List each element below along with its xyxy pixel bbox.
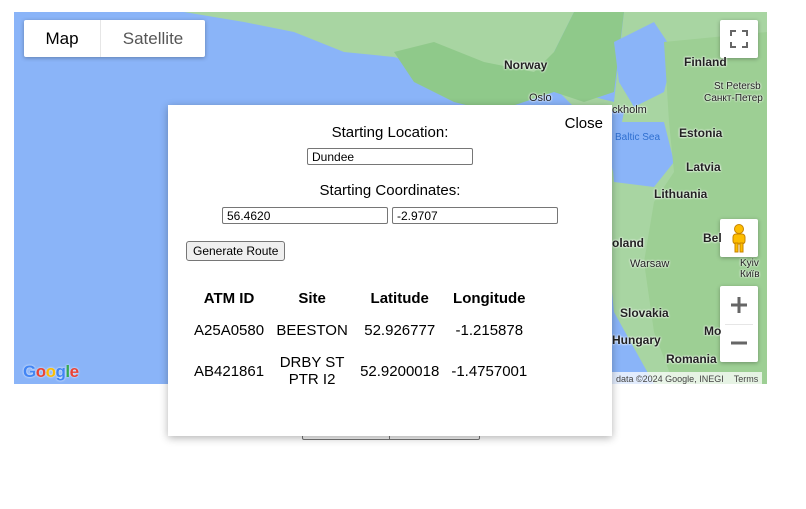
map-label-finland: Finland xyxy=(684,55,727,69)
table-row: A25A0580 BEESTON 52.926777 -1.215878 xyxy=(190,313,531,347)
map-type-map-button[interactable]: Map xyxy=(24,20,101,57)
atm-table: ATM ID Site Latitude Longitude A25A0580 … xyxy=(186,283,535,395)
map-label-poland: oland xyxy=(612,236,644,250)
starting-location-input[interactable] xyxy=(307,148,473,165)
map-label-warsaw: Warsaw xyxy=(630,258,670,270)
cell-longitude: -1.215878 xyxy=(455,321,524,339)
plus-icon xyxy=(731,297,747,313)
map-type-satellite-button[interactable]: Satellite xyxy=(101,20,205,57)
map-label-st-petersburg: St Petersb xyxy=(714,81,761,92)
google-logo[interactable]: Google xyxy=(23,362,79,382)
map-label-stockholm: ckholm xyxy=(612,104,647,116)
map-label-romania: Romania xyxy=(666,352,717,366)
cell-atm-id: AB421861 xyxy=(194,362,265,380)
map-label-estonia: Estonia xyxy=(679,126,723,140)
fullscreen-icon xyxy=(730,30,748,48)
map-label-latvia: Latvia xyxy=(686,160,721,174)
fullscreen-button[interactable] xyxy=(720,20,758,58)
map-label-hungary: Hungary xyxy=(612,333,661,347)
starting-location-label: Starting Location: xyxy=(331,124,449,141)
map-type-control: Map Satellite xyxy=(24,20,205,57)
cell-longitude: -1.4757001 xyxy=(451,362,528,380)
zoom-control xyxy=(720,286,758,362)
map-label-lithuania: Lithuania xyxy=(654,187,708,201)
column-header-site: Site xyxy=(298,289,326,307)
starting-coordinates-label: Starting Coordinates: xyxy=(319,182,461,199)
map-label-moldova: Mo xyxy=(704,324,722,338)
latitude-input[interactable] xyxy=(222,207,388,224)
longitude-input[interactable] xyxy=(392,207,558,224)
column-header-latitude: Latitude xyxy=(370,289,429,307)
zoom-in-button[interactable] xyxy=(720,287,758,324)
generate-route-button[interactable]: Generate Route xyxy=(186,241,286,261)
cell-latitude: 52.926777 xyxy=(364,321,436,339)
cell-site: BEESTON xyxy=(276,321,348,339)
table-row: AB421861 DRBY ST PTR I2 52.9200018 -1.47… xyxy=(190,347,531,395)
cell-atm-id: A25A0580 xyxy=(194,321,265,339)
map-label-st-petersburg-ru: Санкт-Петер xyxy=(704,93,763,104)
map-label-belarus: Bel xyxy=(703,231,722,245)
street-view-pegman-button[interactable] xyxy=(720,219,758,257)
table-header-row: ATM ID Site Latitude Longitude xyxy=(190,283,531,313)
zoom-out-button[interactable] xyxy=(720,325,758,362)
map-label-oslo: Oslo xyxy=(529,92,552,104)
cell-latitude: 52.9200018 xyxy=(360,362,440,380)
map-label-norway: Norway xyxy=(504,58,548,72)
column-header-atm-id: ATM ID xyxy=(203,289,255,307)
map-label-kyiv-ua: Київ xyxy=(740,269,760,280)
map-label-kyiv: Kyiv xyxy=(740,258,759,269)
map-attribution: data ©2024 Google, INEGI Terms xyxy=(612,372,763,384)
route-modal: Close Starting Location: Starting Coordi… xyxy=(168,105,612,436)
map-data-attribution: data ©2024 Google, INEGI xyxy=(616,373,724,384)
column-header-longitude: Longitude xyxy=(453,289,526,307)
terms-link[interactable]: Terms xyxy=(734,374,759,384)
cell-site: DRBY ST PTR I2 xyxy=(279,354,345,388)
minus-icon xyxy=(731,341,747,345)
map-label-slovakia: Slovakia xyxy=(620,306,669,320)
pegman-icon xyxy=(732,224,746,253)
map-label-baltic-sea: Baltic Sea xyxy=(615,132,661,143)
